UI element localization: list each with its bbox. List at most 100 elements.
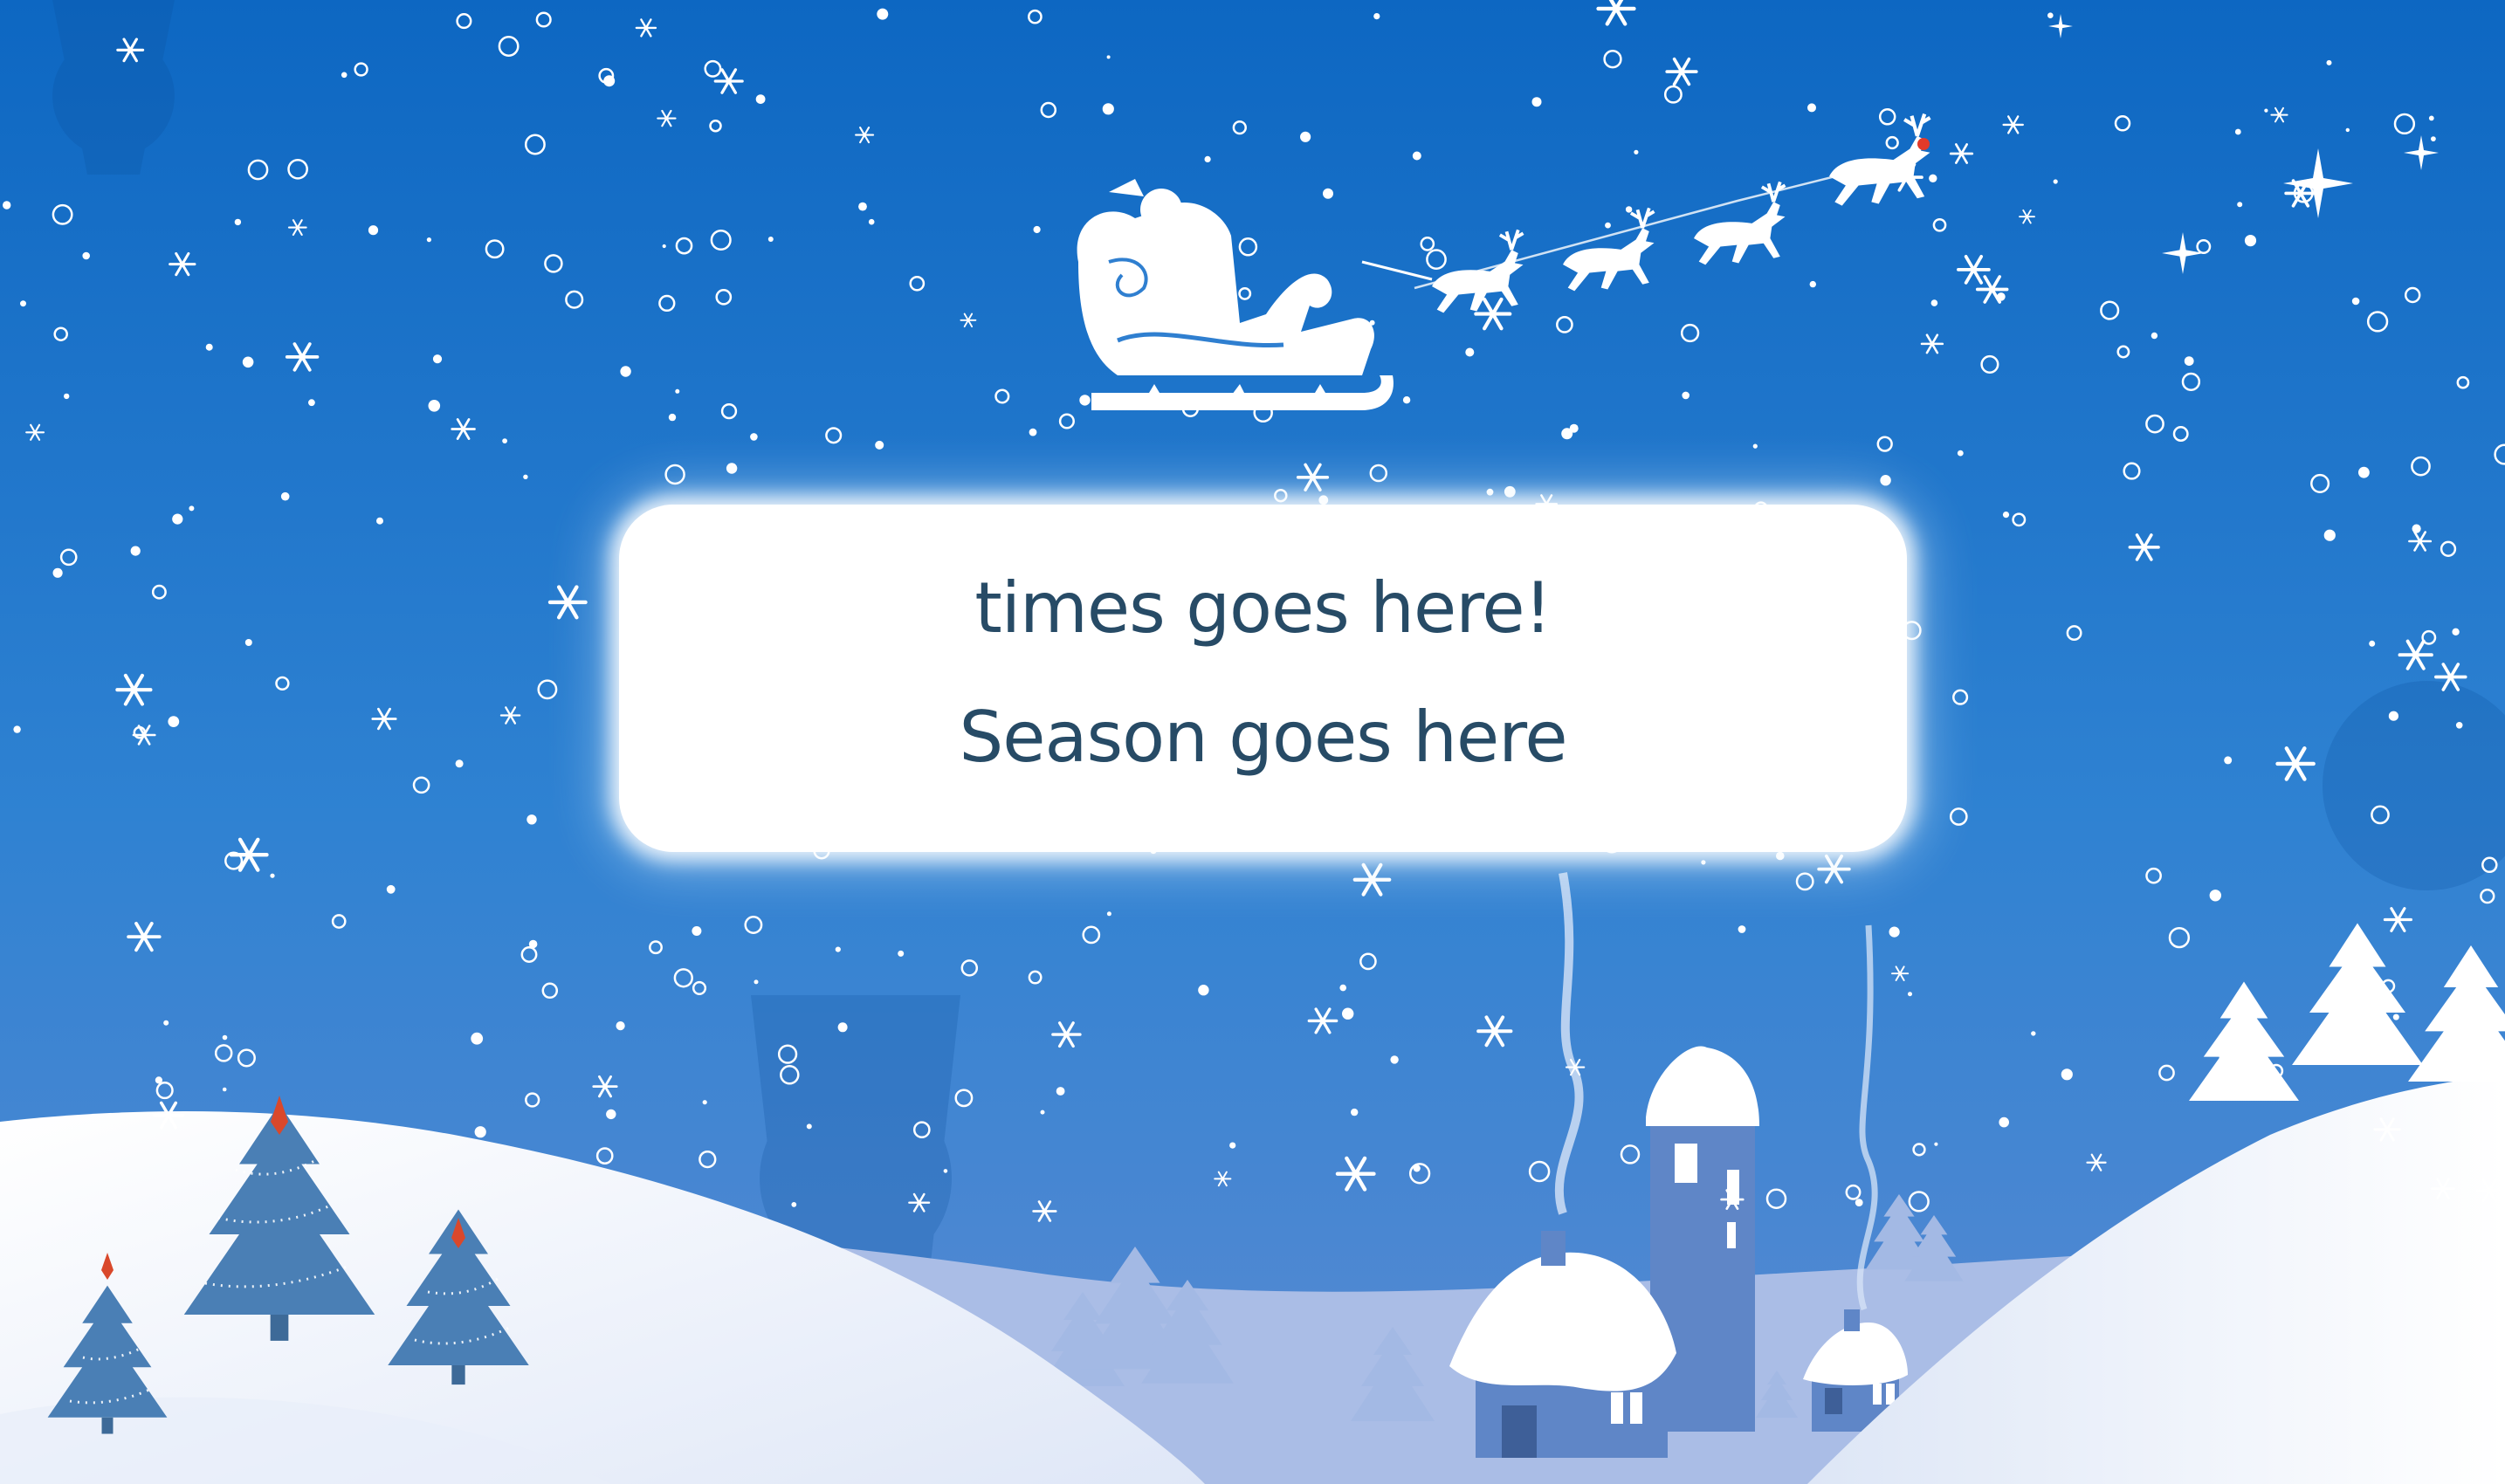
snow-dot <box>474 1126 486 1138</box>
snow-dot <box>1198 985 1209 996</box>
snow-dot <box>1412 151 1421 161</box>
snow-dot <box>244 639 252 646</box>
snow-dot <box>386 884 396 894</box>
snow-dot <box>168 716 180 727</box>
snow-dot <box>2031 1031 2036 1036</box>
snow-dot <box>502 438 507 443</box>
snow-dot <box>858 202 867 211</box>
snow-dot <box>428 400 441 412</box>
snow-dot <box>155 1076 162 1084</box>
snow-dot <box>2209 890 2221 902</box>
snow-dot <box>702 1100 707 1105</box>
snow-dot <box>2264 108 2268 113</box>
snow-dot <box>2234 128 2241 135</box>
snow-dot <box>1390 1055 1399 1064</box>
snow-dot <box>616 1021 625 1031</box>
snow-dot <box>2358 466 2370 478</box>
snow-dot <box>1605 222 1611 229</box>
snow-dot <box>280 491 290 501</box>
snow-dot <box>898 950 905 957</box>
snow-dot <box>2345 127 2350 133</box>
snow-dot <box>1339 984 1346 992</box>
snow-dot <box>163 1020 169 1026</box>
snow-dot <box>2047 12 2054 18</box>
snow-dot <box>376 517 383 525</box>
snow-dot <box>1934 1142 1938 1146</box>
snow-dot <box>52 567 63 578</box>
snow-dot <box>426 237 431 243</box>
snow-dot <box>471 1032 484 1045</box>
snow-dot <box>189 505 195 512</box>
snow-dot <box>1079 395 1091 406</box>
snow-dot <box>1465 347 1475 357</box>
snow-dot <box>1682 391 1689 400</box>
snow-dot <box>242 356 254 368</box>
snow-dot <box>1102 103 1114 115</box>
rudolph-nose <box>1917 138 1930 150</box>
snow-dot <box>1351 1108 1359 1116</box>
snow-dot <box>1738 925 1746 933</box>
snow-dot <box>1040 1110 1045 1115</box>
snow-dot <box>1752 443 1758 449</box>
snow-dot <box>1807 103 1816 113</box>
snow-dot <box>1957 450 1964 457</box>
snow-dot <box>1033 225 1041 234</box>
snow-dot <box>432 354 443 364</box>
snow-dot <box>1880 475 1891 486</box>
snow-dot <box>1999 1116 2009 1128</box>
snow-dot <box>755 94 766 104</box>
snow-dot <box>620 366 631 377</box>
snow-dot <box>2053 179 2058 184</box>
snow-dot <box>692 926 702 936</box>
snow-dot <box>455 759 464 768</box>
snow-dot <box>1300 131 1311 142</box>
snow-dot <box>2431 136 2436 142</box>
snow-dot <box>1930 299 1938 306</box>
snow-dot <box>2452 628 2460 636</box>
snow-dot <box>2002 512 2010 519</box>
snow-dot <box>668 413 677 422</box>
snow-dot <box>2151 332 2158 340</box>
snow-dot <box>2061 1068 2073 1081</box>
snow-dot <box>308 399 315 407</box>
snow-dot <box>1318 495 1329 505</box>
snow-dot <box>754 979 759 985</box>
snow-dot <box>1342 1007 1354 1020</box>
snow-dot <box>1855 1199 1863 1206</box>
snow-dot <box>2224 756 2233 765</box>
snow-dot <box>1056 1087 1065 1096</box>
snow-dot <box>1106 911 1111 917</box>
snow-dot <box>2369 640 2376 647</box>
snow-dot <box>1701 860 1706 865</box>
snow-dot <box>1204 155 1211 162</box>
snow-dot <box>20 300 26 307</box>
snow-dot <box>1929 174 1937 182</box>
snow-dot <box>3 201 11 210</box>
card-line-times: times goes here! <box>974 567 1552 649</box>
snow-dot <box>1561 428 1573 440</box>
snow-dot <box>875 440 884 450</box>
snow-dot <box>368 225 379 236</box>
winter-scene: times goes here! Season goes here <box>0 0 2505 1484</box>
snow-dot <box>606 1109 616 1120</box>
snow-dot <box>13 725 21 733</box>
snow-dot <box>205 343 213 351</box>
snow-dot <box>1106 55 1111 59</box>
snow-dot <box>270 873 275 878</box>
snow-dot <box>726 463 738 474</box>
snow-dot <box>2237 202 2243 208</box>
snow-dot <box>791 1202 797 1207</box>
card-line-season: Season goes here <box>959 697 1567 778</box>
snow-dot <box>1402 396 1411 404</box>
snow-dot <box>222 1034 228 1041</box>
message-card: times goes here! Season goes here <box>619 505 1907 852</box>
snow-dot <box>767 237 774 242</box>
snow-dot <box>526 814 537 825</box>
snow-dot <box>1625 206 1633 213</box>
snow-dot <box>2392 1013 2399 1020</box>
snow-dot <box>1413 1165 1421 1172</box>
snow-dot <box>1323 188 1333 199</box>
snow-dot <box>1634 149 1639 155</box>
snow-dot <box>877 8 889 20</box>
snow-dot <box>1889 926 1900 938</box>
